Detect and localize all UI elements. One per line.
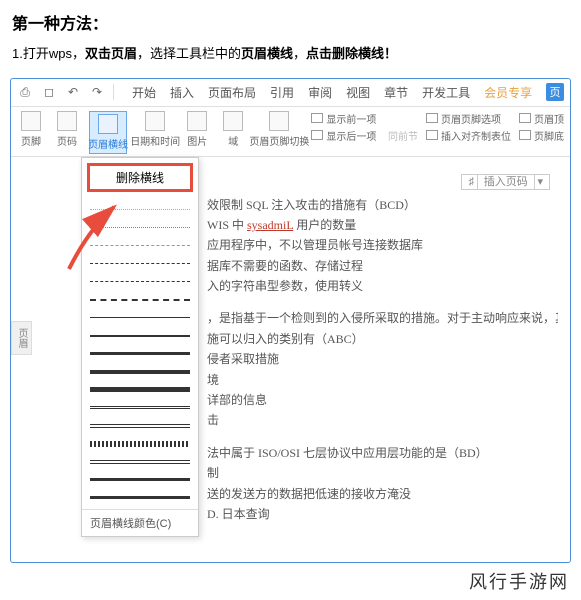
align-tab[interactable]: 插入对齐制表位	[426, 128, 511, 143]
tab-member[interactable]: 会员专享	[484, 84, 532, 101]
wps-window: ⎙ ◻ ↶ ↷ 开始 插入 页面布局 引用 审阅 视图 章节 开发工具 会员专享…	[10, 78, 571, 563]
line-style[interactable]	[90, 327, 190, 345]
line-style[interactable]	[90, 363, 190, 381]
doc-line: 入的字符串型参数，使用转义	[207, 276, 558, 296]
ribbon-footer[interactable]: 页脚	[17, 111, 45, 148]
watermark-text: 风行手游网	[469, 568, 569, 594]
line-style[interactable]	[90, 435, 190, 453]
ribbon-headerline[interactable]: 页眉横线	[89, 111, 127, 154]
page-badge[interactable]: 页	[546, 83, 564, 101]
ribbon-datetime[interactable]: 日期和时间	[135, 111, 175, 148]
ribbon-bar: 页脚 页码 页眉横线 日期和时间 图片 域 页眉页脚切换 显示前一项 显示后一项…	[11, 107, 570, 157]
top-toolbar: ⎙ ◻ ↶ ↷ 开始 插入 页面布局 引用 审阅 视图 章节 开发工具 会员专享…	[11, 79, 570, 107]
doc-line: 效限制 SQL 注入攻击的措施有（BCD）	[207, 195, 558, 215]
doc-line: 应用程序中，不以管理员帐号连接数据库	[207, 235, 558, 255]
doc-line: 据库不需要的函数、存储过程	[207, 256, 558, 276]
line-style[interactable]	[90, 417, 190, 435]
tab-layout[interactable]: 页面布局	[208, 84, 256, 101]
print-icon[interactable]: ⎙	[17, 84, 33, 100]
show-prev[interactable]: 显示前一项	[311, 111, 418, 126]
insert-page-num[interactable]: ♯ 插入页码 ▾	[207, 173, 558, 189]
doc-line: ，是指基于一个检则到的入侵所采取的措施。对于主动响应来说，其	[207, 308, 558, 328]
ribbon-field[interactable]: 域	[219, 111, 247, 148]
tab-start[interactable]: 开始	[132, 84, 156, 101]
doc-line: WIS 中 sysadmiL 用户的数量	[207, 215, 558, 235]
tab-section[interactable]: 章节	[384, 84, 408, 101]
hf-options[interactable]: 页眉页脚选项	[426, 111, 511, 126]
ribbon-nav: 显示前一项 显示后一项 同前节	[311, 111, 418, 143]
header-top[interactable]: 页眉顶	[519, 111, 564, 126]
line-style[interactable]	[90, 489, 190, 507]
instruction-text: 1.打开wps，双击页眉，选择工具栏中的页眉横线，点击删除横线！	[0, 40, 581, 78]
doc-line: 境	[207, 370, 558, 390]
doc-line: 制	[207, 463, 558, 483]
doc-line: D. 日本查询	[207, 504, 558, 524]
tab-ref[interactable]: 引用	[270, 84, 294, 101]
doc-line: 送的发送方的数据把低速的接收方淹没	[207, 484, 558, 504]
delete-line-button[interactable]: 删除横线	[87, 163, 193, 192]
show-next[interactable]: 显示后一项 同前节	[311, 128, 418, 143]
method-heading: 第一种方法：	[0, 0, 581, 40]
tab-insert[interactable]: 插入	[170, 84, 194, 101]
preview-icon[interactable]: ◻	[41, 84, 57, 100]
line-style[interactable]	[90, 345, 190, 363]
undo-icon[interactable]: ↶	[65, 84, 81, 100]
footer-bot[interactable]: 页脚底	[519, 128, 564, 143]
doc-line: 法中属于 ISO/OSI 七层协议中应用层功能的是（BD）	[207, 443, 558, 463]
document-content: ♯ 插入页码 ▾ 效限制 SQL 注入攻击的措施有（BCD） WIS 中 sys…	[199, 163, 566, 558]
tab-dev[interactable]: 开发工具	[422, 84, 470, 101]
annotation-arrow-icon	[59, 199, 139, 279]
menu-tabs: 开始 插入 页面布局 引用 审阅 视图 章节 开发工具 会员专享	[122, 84, 538, 101]
header-side-tab[interactable]: 页眉	[11, 321, 32, 355]
redo-icon[interactable]: ↷	[89, 84, 105, 100]
doc-line: 侵者采取措施	[207, 349, 558, 369]
ribbon-picture[interactable]: 图片	[183, 111, 211, 148]
line-style[interactable]	[90, 381, 190, 399]
ribbon-margins: 页眉顶 页脚底	[519, 111, 564, 143]
ribbon-switch[interactable]: 页眉页脚切换	[255, 111, 303, 148]
ribbon-pagenum[interactable]: 页码	[53, 111, 81, 148]
line-style[interactable]	[90, 309, 190, 327]
doc-line: 击	[207, 410, 558, 430]
doc-line: 详部的信息	[207, 390, 558, 410]
tab-view[interactable]: 视图	[346, 84, 370, 101]
line-style[interactable]	[90, 453, 190, 471]
line-style[interactable]	[90, 291, 190, 309]
doc-line: 施可以归入的类别有（ABC）	[207, 329, 558, 349]
ribbon-opts: 页眉页脚选项 插入对齐制表位	[426, 111, 511, 143]
line-style[interactable]	[90, 471, 190, 489]
tab-review[interactable]: 审阅	[308, 84, 332, 101]
line-style[interactable]	[90, 399, 190, 417]
line-color-option[interactable]: 页眉横线颜色(C)	[82, 509, 198, 536]
